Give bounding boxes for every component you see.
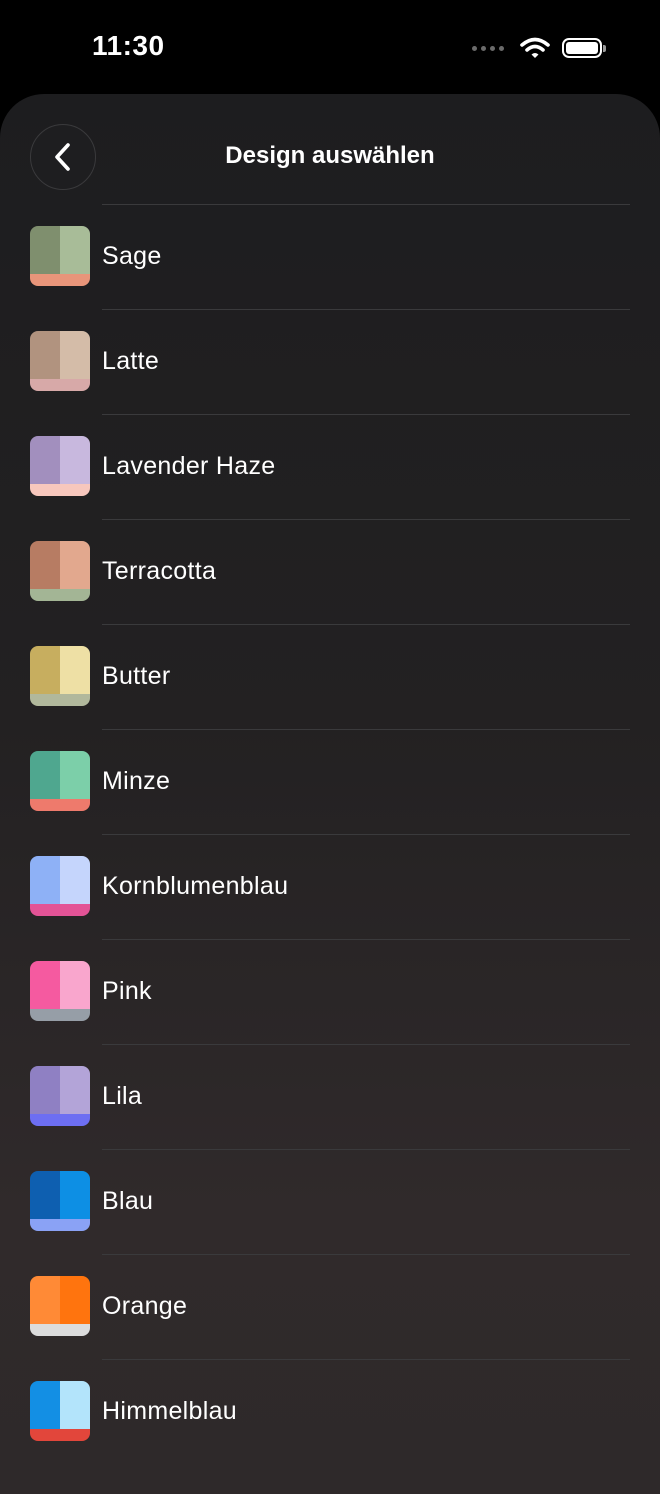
swatch-color-2 xyxy=(60,331,90,379)
swatch-color-3 xyxy=(30,1324,90,1336)
theme-row-lavender-haze[interactable]: Lavender Haze xyxy=(0,414,660,519)
theme-swatch xyxy=(30,646,90,706)
theme-row-orange[interactable]: Orange xyxy=(0,1254,660,1359)
swatch-color-3 xyxy=(30,1219,90,1231)
swatch-color-1 xyxy=(30,1171,60,1219)
row-divider xyxy=(102,1149,630,1150)
theme-row-butter[interactable]: Butter xyxy=(0,624,660,729)
swatch-color-1 xyxy=(30,856,60,904)
row-divider xyxy=(102,1044,630,1045)
swatch-color-2 xyxy=(60,856,90,904)
nav-bar: Design auswählen xyxy=(0,94,660,204)
theme-swatch xyxy=(30,1381,90,1441)
battery-icon xyxy=(562,38,606,58)
theme-row-blau[interactable]: Blau xyxy=(0,1149,660,1254)
swatch-color-1 xyxy=(30,1276,60,1324)
swatch-color-3 xyxy=(30,274,90,286)
swatch-color-1 xyxy=(30,961,60,1009)
theme-label: Terracotta xyxy=(102,557,217,585)
swatch-color-1 xyxy=(30,541,60,589)
swatch-color-3 xyxy=(30,379,90,391)
theme-row-minze[interactable]: Minze xyxy=(0,729,660,834)
swatch-color-2 xyxy=(60,751,90,799)
row-divider xyxy=(102,414,630,415)
swatch-color-1 xyxy=(30,226,60,274)
theme-label: Latte xyxy=(102,347,160,375)
status-bar: 11:30 xyxy=(0,0,660,94)
theme-label: Minze xyxy=(102,767,171,795)
theme-swatch xyxy=(30,331,90,391)
theme-row-lila[interactable]: Lila xyxy=(0,1044,660,1149)
theme-label: Pink xyxy=(102,977,152,1005)
swatch-color-3 xyxy=(30,484,90,496)
swatch-color-3 xyxy=(30,1009,90,1021)
theme-row-pink[interactable]: Pink xyxy=(0,939,660,1044)
theme-swatch xyxy=(30,1276,90,1336)
row-divider xyxy=(102,729,630,730)
swatch-color-2 xyxy=(60,1276,90,1324)
swatch-color-3 xyxy=(30,694,90,706)
swatch-color-2 xyxy=(60,1066,90,1114)
theme-label: Blau xyxy=(102,1187,154,1215)
row-divider xyxy=(102,834,630,835)
theme-swatch xyxy=(30,856,90,916)
status-indicators xyxy=(472,34,606,62)
wifi-icon xyxy=(520,37,550,58)
theme-swatch xyxy=(30,751,90,811)
row-divider xyxy=(102,309,630,310)
theme-swatch xyxy=(30,1066,90,1126)
row-divider xyxy=(102,939,630,940)
theme-label: Kornblumenblau xyxy=(102,872,289,900)
theme-label: Butter xyxy=(102,662,171,690)
theme-swatch xyxy=(30,541,90,601)
theme-row-latte[interactable]: Latte xyxy=(0,309,660,414)
theme-list: Sage Latte Lavender Haze Terracotta Butter Mi… xyxy=(0,204,660,1464)
swatch-color-1 xyxy=(30,1381,60,1429)
theme-row-himmelblau[interactable]: Himmelblau xyxy=(0,1359,660,1464)
swatch-color-3 xyxy=(30,799,90,811)
status-time: 11:30 xyxy=(92,30,165,61)
theme-row-kornblumenblau[interactable]: Kornblumenblau xyxy=(0,834,660,939)
swatch-color-2 xyxy=(60,541,90,589)
swatch-color-3 xyxy=(30,1114,90,1126)
theme-label: Lila xyxy=(102,1082,143,1110)
theme-swatch xyxy=(30,226,90,286)
page-title: Design auswählen xyxy=(225,142,435,169)
theme-row-terracotta[interactable]: Terracotta xyxy=(0,519,660,624)
theme-swatch xyxy=(30,961,90,1021)
cellular-signal-icon xyxy=(472,45,504,51)
theme-label: Lavender Haze xyxy=(102,452,276,480)
swatch-color-1 xyxy=(30,436,60,484)
row-divider xyxy=(102,204,630,205)
swatch-color-1 xyxy=(30,751,60,799)
theme-picker-sheet: Design auswählen Sage Latte Lavender Haze T… xyxy=(0,94,660,1494)
theme-label: Himmelblau xyxy=(102,1397,237,1425)
theme-label: Sage xyxy=(102,242,162,270)
theme-label: Orange xyxy=(102,1292,188,1320)
swatch-color-2 xyxy=(60,1381,90,1429)
swatch-color-3 xyxy=(30,589,90,601)
swatch-color-2 xyxy=(60,436,90,484)
theme-swatch xyxy=(30,436,90,496)
swatch-color-1 xyxy=(30,331,60,379)
swatch-color-1 xyxy=(30,646,60,694)
swatch-color-3 xyxy=(30,904,90,916)
swatch-color-1 xyxy=(30,1066,60,1114)
swatch-color-2 xyxy=(60,1171,90,1219)
swatch-color-2 xyxy=(60,226,90,274)
row-divider xyxy=(102,624,630,625)
row-divider xyxy=(102,1359,630,1360)
theme-row-sage[interactable]: Sage xyxy=(0,204,660,309)
swatch-color-2 xyxy=(60,646,90,694)
row-divider xyxy=(102,1254,630,1255)
swatch-color-2 xyxy=(60,961,90,1009)
swatch-color-3 xyxy=(30,1429,90,1441)
theme-swatch xyxy=(30,1171,90,1231)
row-divider xyxy=(102,519,630,520)
